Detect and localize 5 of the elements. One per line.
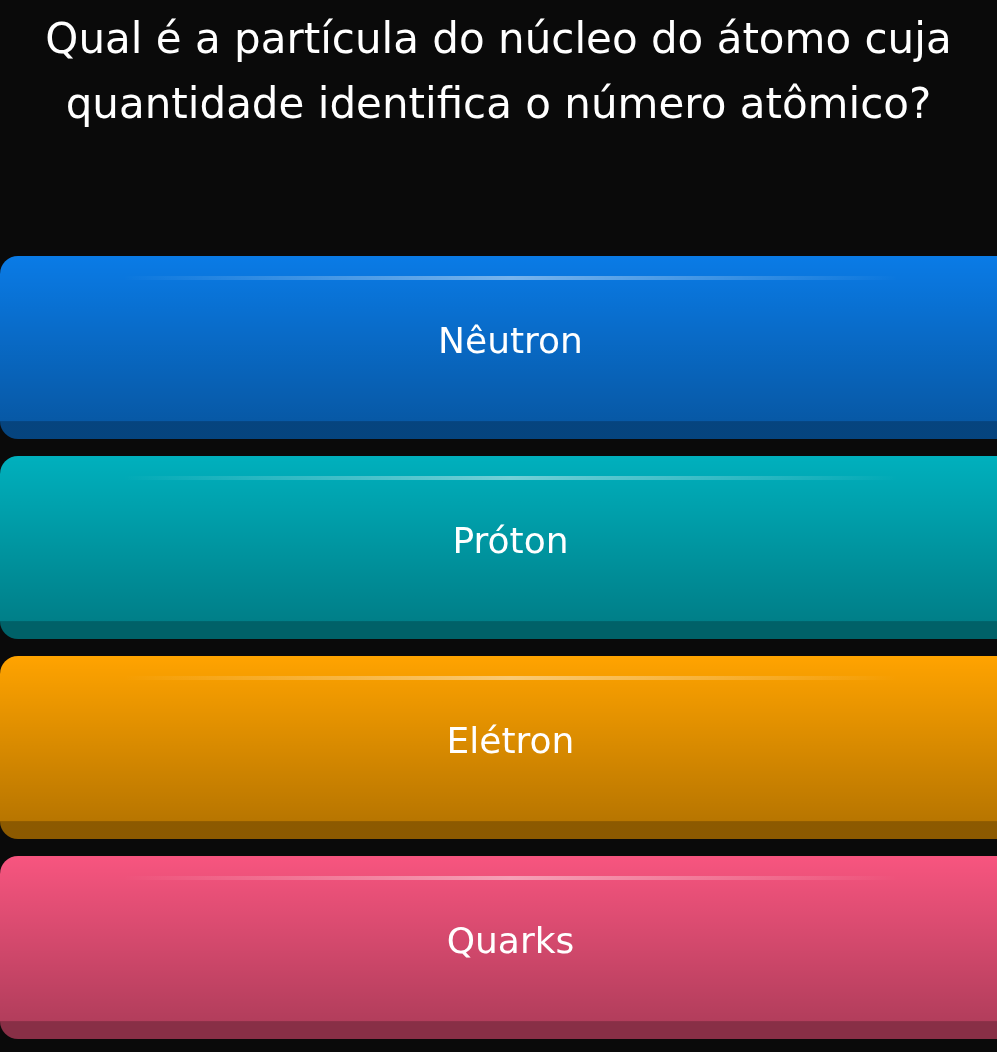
answer-button[interactable]: Elétron — [0, 656, 997, 839]
answer-button[interactable]: Próton — [0, 456, 997, 639]
answer-button[interactable]: Nêutron — [0, 256, 997, 439]
question-text: Qual é a partícula do núcleo do átomo cuja quantidade identifica o número atômico? — [44, 13, 953, 130]
answer-button[interactable]: Quarks — [0, 856, 997, 1039]
